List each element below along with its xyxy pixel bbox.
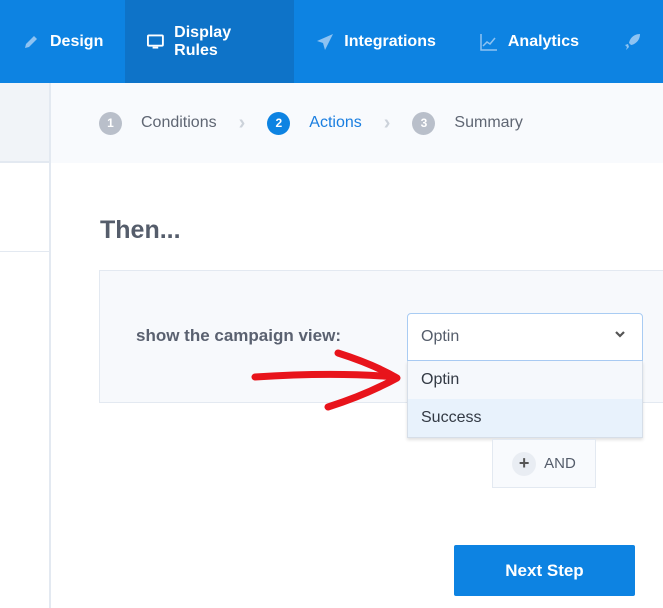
rocket-icon xyxy=(625,33,640,50)
pencil-icon xyxy=(25,35,37,48)
add-and-button[interactable]: + AND xyxy=(492,439,596,488)
rule-label: show the campaign view: xyxy=(136,326,341,345)
nav-display-rules[interactable]: Display Rules xyxy=(125,0,295,83)
annotation-arrow xyxy=(251,349,401,411)
next-step-button[interactable]: Next Step xyxy=(454,545,635,596)
top-nav: Design Display Rules Integrations Analyt… xyxy=(0,0,663,83)
campaign-view-dropdown: Optin Success xyxy=(407,361,643,438)
chevron-right-icon: › xyxy=(383,111,391,134)
campaign-view-select[interactable]: Optin xyxy=(407,313,643,361)
monitor-icon xyxy=(147,34,165,49)
nav-launch[interactable] xyxy=(601,0,663,83)
paper-plane-icon xyxy=(317,33,334,50)
option-optin[interactable]: Optin xyxy=(408,361,642,399)
chevron-down-icon xyxy=(614,327,626,343)
step-conditions[interactable]: 1 Conditions xyxy=(99,111,217,135)
step-progress: 1 Conditions › 2 Actions › 3 Summary xyxy=(51,83,663,163)
chart-icon xyxy=(480,33,497,51)
nav-analytics[interactable]: Analytics xyxy=(458,0,601,83)
nav-integrations[interactable]: Integrations xyxy=(294,0,458,83)
step-summary[interactable]: 3 Summary xyxy=(412,111,523,135)
plus-icon: + xyxy=(512,451,537,476)
left-panel xyxy=(0,83,51,608)
nav-design[interactable]: Design xyxy=(0,0,125,83)
option-success[interactable]: Success xyxy=(408,399,642,437)
chevron-right-icon: › xyxy=(238,111,246,134)
step-actions[interactable]: 2 Actions xyxy=(267,111,362,135)
section-title: Then... xyxy=(100,216,181,244)
